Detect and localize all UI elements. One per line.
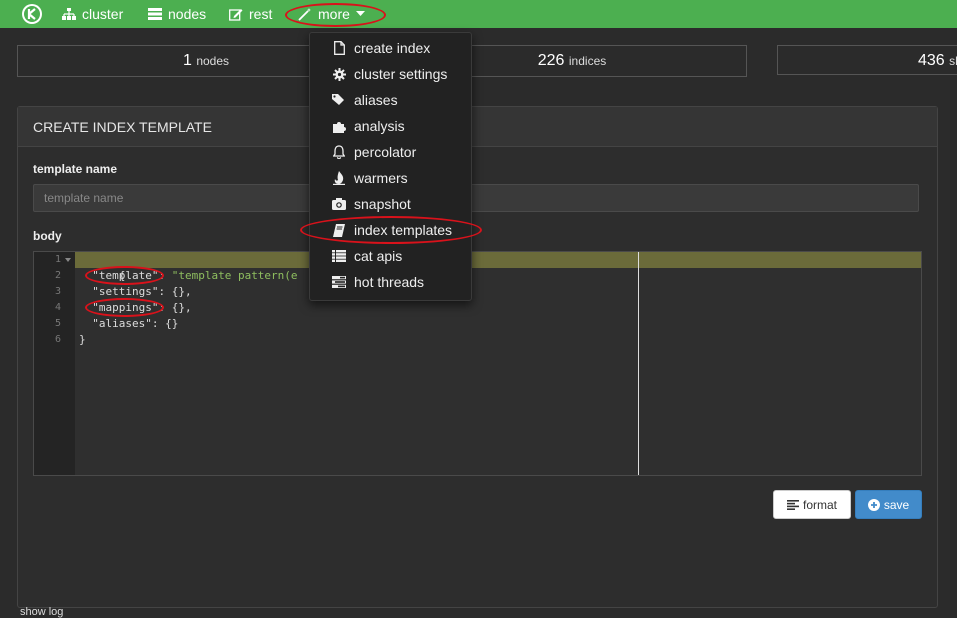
menu-item-aliases[interactable]: aliases bbox=[310, 87, 471, 113]
template-name-label: template name bbox=[33, 162, 118, 176]
code-line: { bbox=[118, 269, 126, 282]
stat-indices-label: indices bbox=[568, 54, 607, 68]
line-number: 5 bbox=[54, 318, 61, 329]
gear-icon bbox=[332, 67, 346, 81]
sitemap-icon bbox=[62, 8, 76, 20]
nav-cluster-label: cluster bbox=[82, 6, 124, 22]
bell-icon bbox=[333, 145, 345, 159]
line-number: 3 bbox=[54, 286, 61, 297]
nav-nodes[interactable]: nodes bbox=[148, 0, 206, 28]
format-button[interactable]: format bbox=[773, 490, 851, 519]
menu-item-percolator[interactable]: percolator bbox=[310, 139, 471, 165]
magic-wand-icon bbox=[298, 7, 312, 21]
show-log-toggle[interactable]: show log bbox=[20, 606, 63, 618]
stat-shards-label: sh bbox=[949, 54, 957, 68]
line-number: 1 bbox=[54, 254, 61, 265]
code-line: "aliases": {} bbox=[79, 317, 179, 330]
server-icon bbox=[148, 8, 162, 20]
fire-icon bbox=[333, 171, 345, 185]
list-icon bbox=[332, 250, 346, 262]
nav-nodes-label: nodes bbox=[168, 6, 207, 22]
nav-rest-label: rest bbox=[249, 6, 273, 22]
editor-gutter: 1 2 3 4 5 6 bbox=[34, 252, 75, 475]
caret-down-icon bbox=[355, 11, 365, 16]
puzzle-icon bbox=[332, 121, 346, 133]
line-number: 2 bbox=[54, 270, 61, 281]
json-body-editor[interactable]: 1 2 3 4 5 6 { "template": "template patt… bbox=[33, 251, 922, 476]
stat-nodes-value: 1 bbox=[182, 52, 192, 69]
code-line: } bbox=[79, 333, 86, 346]
camera-icon bbox=[332, 198, 346, 210]
stat-shards-value: 436 bbox=[918, 52, 945, 69]
save-button[interactable]: save bbox=[855, 490, 922, 519]
code-line: "settings": {}, bbox=[79, 285, 192, 298]
line-number: 6 bbox=[54, 334, 61, 345]
book-icon bbox=[333, 223, 345, 237]
menu-item-create-index[interactable]: create index bbox=[310, 35, 471, 61]
active-line-highlight bbox=[75, 252, 921, 268]
panel-title: CREATE INDEX TEMPLATE bbox=[18, 107, 937, 147]
tasks-icon bbox=[332, 276, 346, 288]
menu-item-cat-apis[interactable]: cat apis bbox=[310, 243, 471, 269]
stat-indices-value: 226 bbox=[537, 52, 565, 69]
nav-cluster[interactable]: cluster bbox=[62, 0, 123, 28]
file-icon bbox=[333, 41, 345, 55]
menu-item-index-templates[interactable]: index templates bbox=[310, 217, 471, 243]
logo-icon[interactable] bbox=[21, 3, 43, 25]
more-dropdown-menu: create index cluster settings aliases an… bbox=[309, 32, 472, 301]
print-margin bbox=[638, 252, 639, 475]
align-left-icon bbox=[786, 499, 799, 510]
plus-circle-icon bbox=[867, 498, 880, 511]
template-name-input[interactable] bbox=[33, 184, 919, 212]
fold-arrow-icon[interactable] bbox=[65, 258, 71, 262]
nav-more-label: more bbox=[318, 6, 350, 22]
menu-item-warmers[interactable]: warmers bbox=[310, 165, 471, 191]
tags-icon bbox=[332, 94, 344, 105]
code-line: "template": "template pattern(e bbox=[79, 269, 298, 282]
stat-nodes-label: nodes bbox=[196, 54, 230, 68]
format-button-label: format bbox=[802, 497, 837, 512]
code-line: "mappings": {}, bbox=[79, 301, 192, 314]
edit-icon bbox=[229, 8, 243, 21]
menu-item-snapshot[interactable]: snapshot bbox=[310, 191, 471, 217]
nav-rest[interactable]: rest bbox=[229, 0, 272, 28]
create-index-template-panel: CREATE INDEX TEMPLATE template name body… bbox=[17, 106, 938, 608]
body-label: body bbox=[33, 229, 62, 243]
menu-item-analysis[interactable]: analysis bbox=[310, 113, 471, 139]
top-navbar: cluster nodes rest more bbox=[0, 0, 957, 28]
line-number: 4 bbox=[54, 302, 61, 313]
menu-item-cluster-settings[interactable]: cluster settings bbox=[310, 61, 471, 87]
nav-more[interactable]: more bbox=[298, 0, 365, 28]
menu-item-hot-threads[interactable]: hot threads bbox=[310, 269, 471, 295]
save-button-label: save bbox=[883, 497, 910, 512]
stat-shards: 436 sh bbox=[777, 45, 957, 75]
